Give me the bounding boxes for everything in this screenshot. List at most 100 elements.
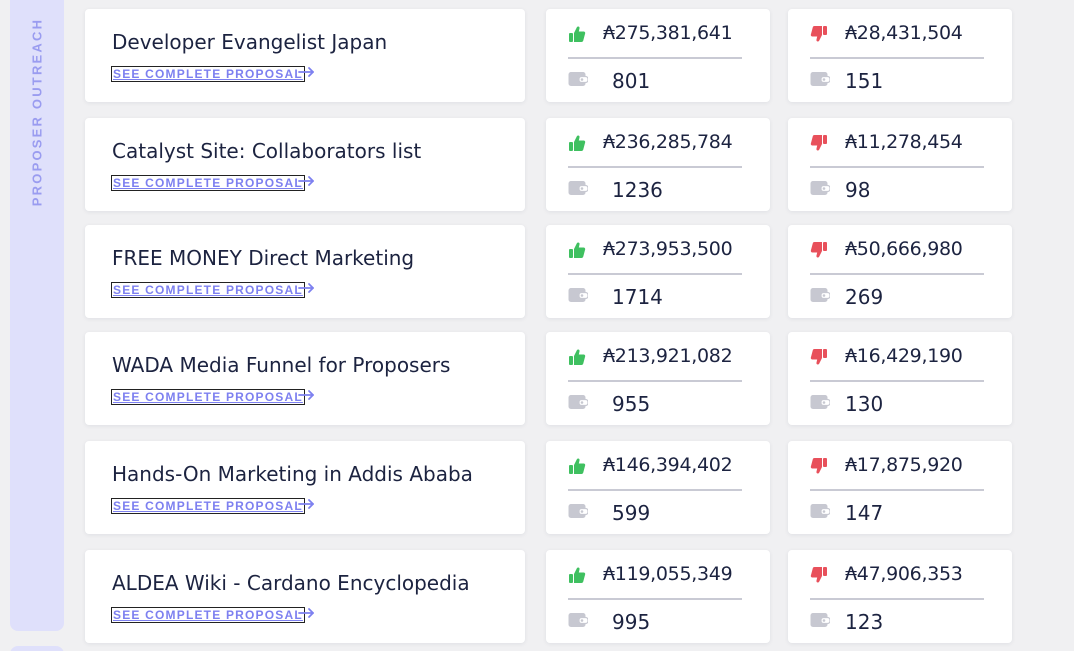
no-voter-count: 98 <box>845 178 871 202</box>
yes-votes-card: ₳213,921,082 955 <box>546 332 770 425</box>
thumbs-down-icon <box>810 135 827 151</box>
wallet-icon <box>568 288 588 302</box>
wallet-icon <box>810 613 830 627</box>
no-amount: ₳28,431,504 <box>845 22 963 44</box>
wallet-icon <box>810 395 830 409</box>
thumbs-down-icon <box>810 26 827 42</box>
divider <box>810 166 984 168</box>
wallet-icon <box>810 181 830 195</box>
proposal-row: ALDEA Wiki - Cardano Encyclopedia SEE CO… <box>85 550 1015 643</box>
no-voter-count: 151 <box>845 69 884 93</box>
thumbs-down-icon <box>810 458 827 474</box>
proposal-title-card: FREE MONEY Direct Marketing SEE COMPLETE… <box>85 225 525 318</box>
no-votes-card: ₳50,666,980 269 <box>788 225 1012 318</box>
see-complete-proposal-link[interactable]: SEE COMPLETE PROPOSAL <box>111 607 305 623</box>
divider <box>568 166 742 168</box>
next-category-tab[interactable] <box>10 646 64 651</box>
arrow-right-icon[interactable] <box>297 171 317 191</box>
divider <box>568 273 742 275</box>
proposal-title-card: WADA Media Funnel for Proposers SEE COMP… <box>85 332 525 425</box>
wallet-icon <box>568 181 588 195</box>
proposal-row: Developer Evangelist Japan SEE COMPLETE … <box>85 9 1015 102</box>
thumbs-up-icon <box>569 349 586 365</box>
no-amount: ₳16,429,190 <box>845 345 963 367</box>
wallet-icon <box>568 613 588 627</box>
divider <box>568 598 742 600</box>
see-complete-proposal-link[interactable]: SEE COMPLETE PROPOSAL <box>111 175 305 191</box>
yes-votes-card: ₳236,285,784 1236 <box>546 118 770 211</box>
no-amount: ₳47,906,353 <box>845 563 963 585</box>
thumbs-down-icon <box>810 567 827 583</box>
divider <box>810 489 984 491</box>
see-complete-proposal-link[interactable]: SEE COMPLETE PROPOSAL <box>111 66 305 82</box>
yes-votes-card: ₳273,953,500 1714 <box>546 225 770 318</box>
wallet-icon <box>810 72 830 86</box>
proposal-title: WADA Media Funnel for Proposers <box>112 353 451 377</box>
yes-voter-count: 955 <box>612 392 651 416</box>
divider <box>810 598 984 600</box>
arrow-right-icon[interactable] <box>297 278 317 298</box>
yes-amount: ₳146,394,402 <box>603 454 733 476</box>
proposal-title-card: Catalyst Site: Collaborators list SEE CO… <box>85 118 525 211</box>
see-complete-proposal-link[interactable]: SEE COMPLETE PROPOSAL <box>111 389 305 405</box>
proposal-title: ALDEA Wiki - Cardano Encyclopedia <box>112 571 470 595</box>
yes-votes-card: ₳146,394,402 599 <box>546 441 770 534</box>
no-votes-card: ₳17,875,920 147 <box>788 441 1012 534</box>
wallet-icon <box>810 504 830 518</box>
thumbs-up-icon <box>569 242 586 258</box>
divider <box>568 380 742 382</box>
no-votes-card: ₳47,906,353 123 <box>788 550 1012 643</box>
thumbs-down-icon <box>810 242 827 258</box>
no-voter-count: 269 <box>845 285 884 309</box>
proposal-row: FREE MONEY Direct Marketing SEE COMPLETE… <box>85 225 1015 318</box>
yes-voter-count: 1236 <box>612 178 663 202</box>
arrow-right-icon[interactable] <box>297 494 317 514</box>
wallet-icon <box>568 72 588 86</box>
no-amount: ₳11,278,454 <box>845 131 963 153</box>
divider <box>568 489 742 491</box>
proposal-title: Developer Evangelist Japan <box>112 30 388 54</box>
arrow-right-icon[interactable] <box>297 603 317 623</box>
divider <box>810 57 984 59</box>
proposal-row: Hands-On Marketing in Addis Ababa SEE CO… <box>85 441 1015 534</box>
no-votes-card: ₳11,278,454 98 <box>788 118 1012 211</box>
no-amount: ₳50,666,980 <box>845 238 963 260</box>
no-amount: ₳17,875,920 <box>845 454 963 476</box>
yes-amount: ₳236,285,784 <box>603 131 733 153</box>
see-complete-proposal-link[interactable]: SEE COMPLETE PROPOSAL <box>111 282 305 298</box>
yes-amount: ₳119,055,349 <box>603 563 733 585</box>
proposal-title-card: ALDEA Wiki - Cardano Encyclopedia SEE CO… <box>85 550 525 643</box>
wallet-icon <box>810 288 830 302</box>
category-label: PROPOSER OUTREACH <box>29 17 45 207</box>
see-complete-proposal-link[interactable]: SEE COMPLETE PROPOSAL <box>111 498 305 514</box>
yes-amount: ₳275,381,641 <box>603 22 733 44</box>
proposal-title: Hands-On Marketing in Addis Ababa <box>112 462 473 486</box>
thumbs-up-icon <box>569 26 586 42</box>
thumbs-down-icon <box>810 349 827 365</box>
no-votes-card: ₳28,431,504 151 <box>788 9 1012 102</box>
proposal-title-card: Developer Evangelist Japan SEE COMPLETE … <box>85 9 525 102</box>
thumbs-up-icon <box>569 135 586 151</box>
divider <box>810 273 984 275</box>
wallet-icon <box>568 395 588 409</box>
yes-voter-count: 599 <box>612 501 651 525</box>
proposal-title: FREE MONEY Direct Marketing <box>112 246 415 270</box>
no-voter-count: 147 <box>845 501 884 525</box>
arrow-right-icon[interactable] <box>297 62 317 82</box>
no-votes-card: ₳16,429,190 130 <box>788 332 1012 425</box>
yes-voter-count: 801 <box>612 69 651 93</box>
arrow-right-icon[interactable] <box>297 385 317 405</box>
yes-voter-count: 1714 <box>612 285 663 309</box>
thumbs-up-icon <box>569 567 586 583</box>
proposal-title-card: Hands-On Marketing in Addis Ababa SEE CO… <box>85 441 525 534</box>
proposal-row: Catalyst Site: Collaborators list SEE CO… <box>85 118 1015 211</box>
thumbs-up-icon <box>569 458 586 474</box>
wallet-icon <box>568 504 588 518</box>
divider <box>568 57 742 59</box>
yes-votes-card: ₳275,381,641 801 <box>546 9 770 102</box>
divider <box>810 380 984 382</box>
no-voter-count: 130 <box>845 392 884 416</box>
yes-voter-count: 995 <box>612 610 651 634</box>
proposal-row: WADA Media Funnel for Proposers SEE COMP… <box>85 332 1015 425</box>
yes-votes-card: ₳119,055,349 995 <box>546 550 770 643</box>
